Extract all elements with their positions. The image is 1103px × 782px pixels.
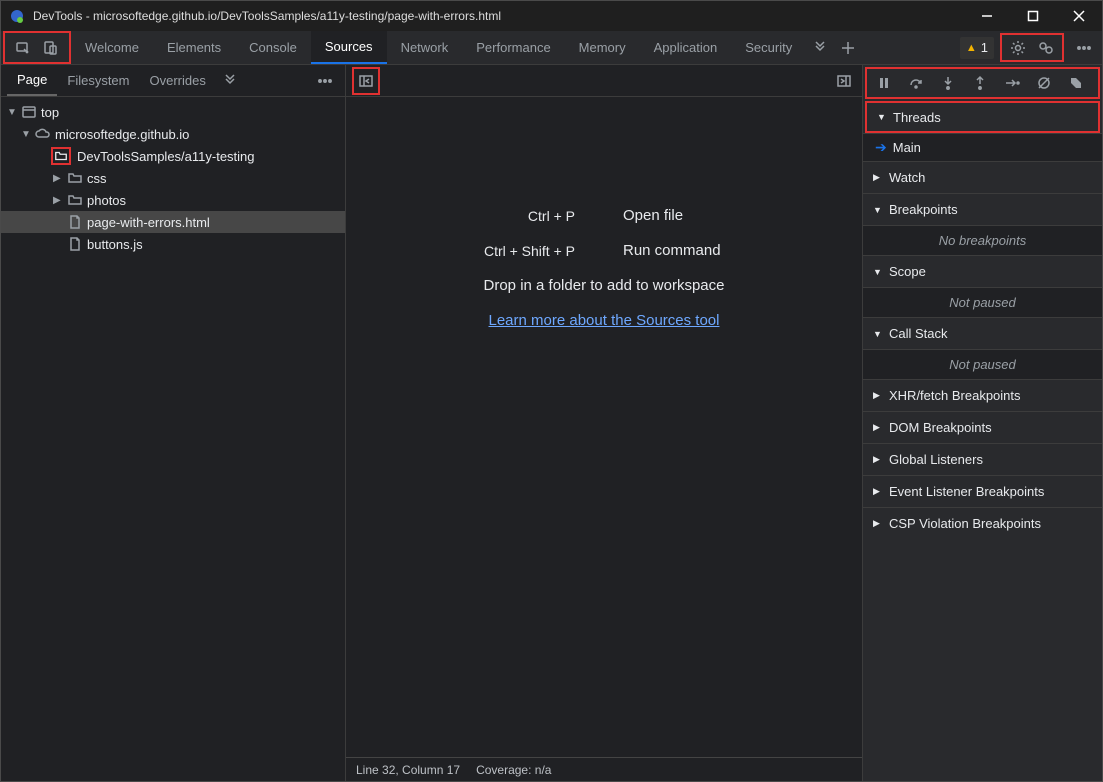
file-tree: ▼ top ▼ microsoftedge.github.io ▼ DevToo…	[1, 97, 345, 259]
tree-file-page-errors[interactable]: ▶ page-with-errors.html	[1, 211, 345, 233]
chevron-right-icon: ▶	[873, 390, 883, 401]
pane-watch[interactable]: ▶ Watch	[863, 161, 1102, 193]
tree-folder-a11y[interactable]: ▼ DevToolsSamples/a11y-testing	[1, 145, 345, 167]
editor-empty-state: Ctrl + P Open file Ctrl + Shift + P Run …	[346, 97, 862, 757]
toggle-navigator-icon[interactable]	[352, 67, 380, 95]
tree-folder-css[interactable]: ▶ css	[1, 167, 345, 189]
chevron-right-icon: ▶	[53, 173, 63, 184]
app-icon	[9, 8, 25, 24]
chevron-right-icon: ▶	[53, 195, 63, 206]
callstack-not-paused: Not paused	[863, 349, 1102, 379]
editor-toolbar	[346, 65, 862, 97]
chevron-down-icon: ▼	[873, 205, 883, 215]
tab-welcome[interactable]: Welcome	[71, 31, 153, 64]
tab-elements[interactable]: Elements	[153, 31, 235, 64]
chevron-right-icon: ▶	[873, 172, 883, 183]
subtab-filesystem[interactable]: Filesystem	[57, 65, 139, 96]
shortcut-desc: Run command	[623, 242, 763, 259]
tab-sources[interactable]: Sources	[311, 31, 387, 64]
tab-network[interactable]: Network	[387, 31, 463, 64]
folder-icon	[51, 147, 71, 165]
navigator-more-icon[interactable]	[311, 67, 339, 95]
inspect-element-icon[interactable]	[9, 34, 37, 62]
tab-memory[interactable]: Memory	[565, 31, 640, 64]
chevron-right-icon: ▶	[873, 518, 883, 529]
chevron-right-icon: ▶	[873, 422, 883, 433]
pane-event-listeners[interactable]: ▶ Event Listener Breakpoints	[863, 475, 1102, 507]
add-tab-icon[interactable]	[834, 34, 862, 62]
tree-folder-photos[interactable]: ▶ photos	[1, 189, 345, 211]
chevron-right-icon: ▶	[873, 454, 883, 465]
tab-security[interactable]: Security	[731, 31, 806, 64]
file-icon	[67, 236, 83, 252]
deactivate-breakpoints-icon[interactable]	[1031, 70, 1057, 96]
chevron-down-icon: ▼	[877, 112, 887, 122]
chevron-right-icon: ▶	[873, 486, 883, 497]
pane-breakpoints[interactable]: ▼ Breakpoints	[863, 193, 1102, 225]
learn-more-link[interactable]: Learn more about the Sources tool	[489, 312, 720, 329]
pane-callstack[interactable]: ▼ Call Stack	[863, 317, 1102, 349]
thread-main[interactable]: ➔ Main	[863, 133, 1102, 161]
chevron-down-icon: ▼	[21, 129, 31, 140]
pause-icon[interactable]	[871, 70, 897, 96]
pane-scope[interactable]: ▼ Scope	[863, 255, 1102, 287]
feedback-icon[interactable]	[1032, 34, 1060, 62]
shortcut-keys: Ctrl + P	[445, 208, 575, 224]
debugger-toolbar	[865, 67, 1100, 99]
subtab-overrides[interactable]: Overrides	[140, 65, 216, 96]
window-title: DevTools - microsoftedge.github.io/DevTo…	[33, 9, 964, 23]
chevron-down-icon: ▼	[7, 107, 17, 118]
pane-xhr-breakpoints[interactable]: ▶ XHR/fetch Breakpoints	[863, 379, 1102, 411]
cloud-icon	[35, 126, 51, 142]
no-breakpoints: No breakpoints	[863, 225, 1102, 255]
minimize-button[interactable]	[964, 1, 1010, 31]
warning-icon: ▲	[966, 42, 977, 54]
chevron-down-icon: ▼	[873, 267, 883, 277]
more-tabs-icon[interactable]	[806, 34, 834, 62]
chevron-down-icon: ▼	[873, 329, 883, 339]
tree-file-buttons[interactable]: ▶ buttons.js	[1, 233, 345, 255]
shortcut-desc: Open file	[623, 207, 763, 224]
tab-console[interactable]: Console	[235, 31, 311, 64]
tree-top[interactable]: ▼ top	[1, 101, 345, 123]
devtools-tabbar: Welcome Elements Console Sources Network…	[1, 31, 1102, 65]
sources-subtabs: Page Filesystem Overrides	[1, 65, 345, 97]
toggle-debugger-icon[interactable]	[830, 67, 858, 95]
file-icon	[67, 214, 83, 230]
coverage-status: Coverage: n/a	[476, 763, 551, 777]
more-subtabs-icon[interactable]	[216, 67, 244, 95]
pane-csp-breakpoints[interactable]: ▶ CSP Violation Breakpoints	[863, 507, 1102, 539]
window-titlebar: DevTools - microsoftedge.github.io/DevTo…	[1, 1, 1102, 31]
shortcut-keys: Ctrl + Shift + P	[445, 243, 575, 259]
subtab-page[interactable]: Page	[7, 65, 57, 96]
maximize-button[interactable]	[1010, 1, 1056, 31]
window-icon	[21, 104, 37, 120]
drop-hint: Drop in a folder to add to workspace	[484, 277, 725, 294]
tab-performance[interactable]: Performance	[462, 31, 564, 64]
step-into-icon[interactable]	[935, 70, 961, 96]
close-button[interactable]	[1056, 1, 1102, 31]
step-out-icon[interactable]	[967, 70, 993, 96]
device-toolbar-icon[interactable]	[37, 34, 65, 62]
editor-statusbar: Line 32, Column 17 Coverage: n/a	[346, 757, 862, 781]
more-options-icon[interactable]	[1070, 34, 1098, 62]
tab-application[interactable]: Application	[640, 31, 732, 64]
pane-threads[interactable]: ▼ Threads	[865, 101, 1100, 133]
pane-dom-breakpoints[interactable]: ▶ DOM Breakpoints	[863, 411, 1102, 443]
settings-group	[1000, 33, 1064, 62]
folder-icon	[67, 170, 83, 186]
inspect-device-group	[3, 31, 71, 64]
pane-global-listeners[interactable]: ▶ Global Listeners	[863, 443, 1102, 475]
folder-icon	[67, 192, 83, 208]
warning-count: 1	[981, 40, 988, 55]
settings-icon[interactable]	[1004, 34, 1032, 62]
step-icon[interactable]	[999, 70, 1025, 96]
step-over-icon[interactable]	[903, 70, 929, 96]
tree-domain[interactable]: ▼ microsoftedge.github.io	[1, 123, 345, 145]
cursor-position: Line 32, Column 17	[356, 763, 460, 777]
current-thread-icon: ➔	[875, 139, 887, 156]
issues-badge[interactable]: ▲ 1	[960, 37, 994, 59]
pause-exceptions-icon[interactable]	[1063, 70, 1089, 96]
scope-not-paused: Not paused	[863, 287, 1102, 317]
